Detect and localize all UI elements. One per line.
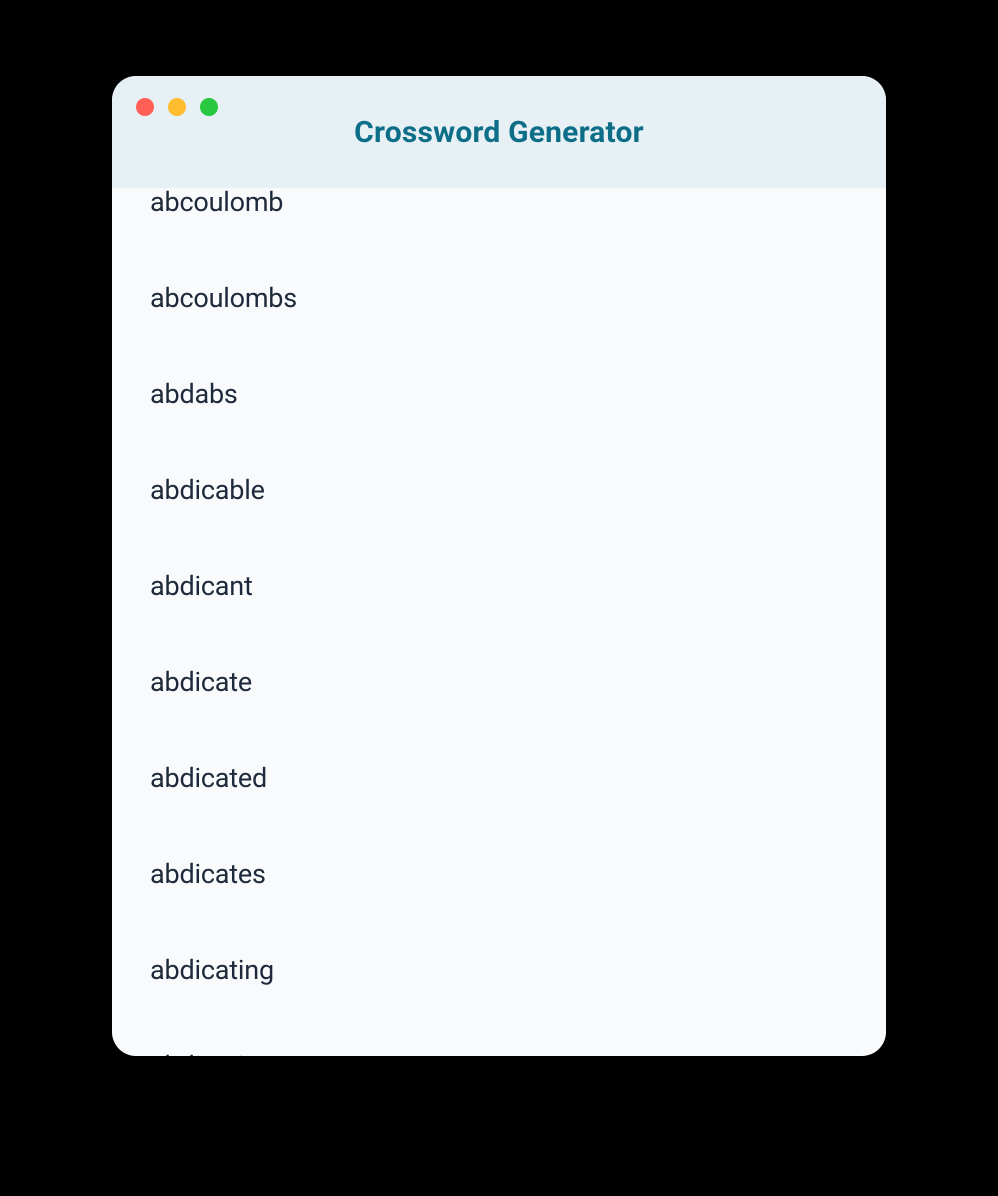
list-item[interactable]: abdicant (150, 538, 850, 634)
word-label: abdicate (150, 666, 252, 698)
window-controls (136, 98, 218, 116)
word-list: abcoulomb abcoulombs abdabs abdicable ab… (150, 188, 850, 1056)
zoom-icon[interactable] (200, 98, 218, 116)
word-label: abdicates (150, 858, 266, 890)
list-item[interactable]: abdabs (150, 346, 850, 442)
list-item[interactable]: abdicable (150, 442, 850, 538)
word-label: abdication (150, 1050, 274, 1056)
word-label: abdicable (150, 474, 265, 506)
app-window: Crossword Generator abcoulomb abcoulombs… (112, 76, 886, 1056)
word-label: abcoulomb (150, 188, 283, 218)
titlebar: Crossword Generator (112, 76, 886, 188)
word-label: abdicated (150, 762, 267, 794)
close-icon[interactable] (136, 98, 154, 116)
list-item[interactable]: abcoulomb (150, 188, 850, 250)
list-item[interactable]: abdicates (150, 826, 850, 922)
list-item[interactable]: abdicated (150, 730, 850, 826)
window-title: Crossword Generator (354, 115, 644, 150)
word-label: abdicating (150, 954, 274, 986)
word-label: abdabs (150, 378, 238, 410)
list-item[interactable]: abdication (150, 1018, 850, 1056)
word-label: abdicant (150, 570, 253, 602)
list-item[interactable]: abdicate (150, 634, 850, 730)
list-item[interactable]: abdicating (150, 922, 850, 1018)
content-area[interactable]: abcoulomb abcoulombs abdabs abdicable ab… (112, 188, 886, 1056)
word-label: abcoulombs (150, 282, 297, 314)
list-item[interactable]: abcoulombs (150, 250, 850, 346)
minimize-icon[interactable] (168, 98, 186, 116)
